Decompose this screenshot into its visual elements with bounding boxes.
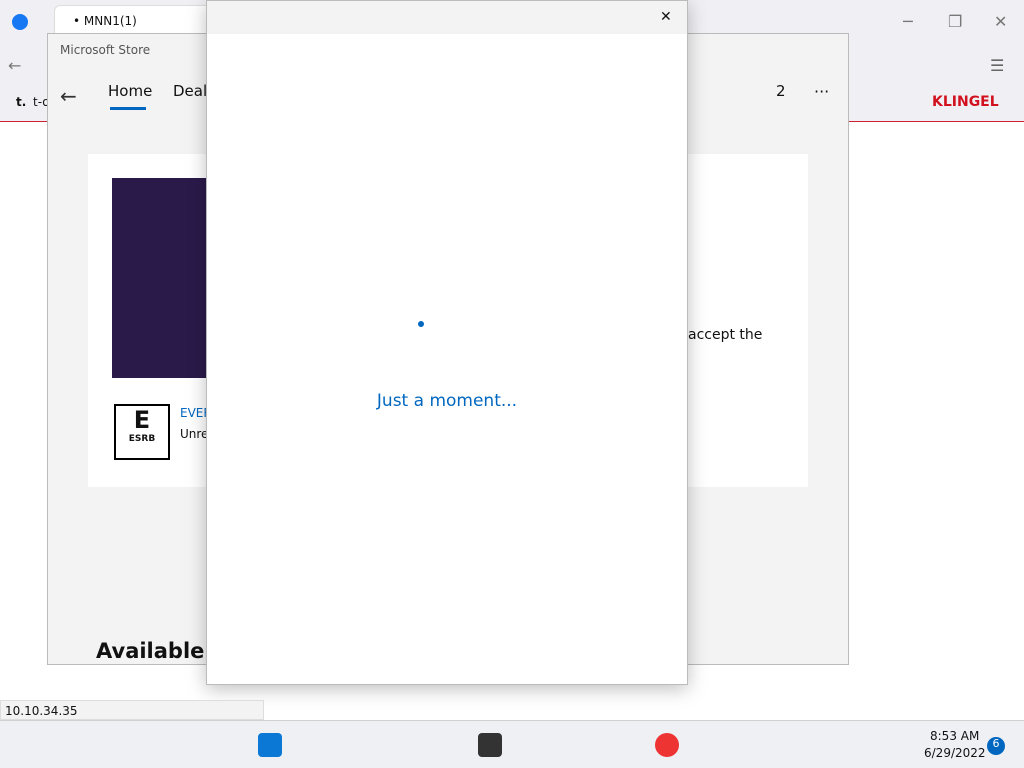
bookmark-t[interactable]: t. xyxy=(16,95,26,109)
store-back-icon[interactable]: ← xyxy=(60,84,77,108)
spinner-icon xyxy=(418,321,424,327)
chrome-icon[interactable] xyxy=(655,733,679,757)
dialog-titlebar xyxy=(207,1,687,34)
esrb-letter: E xyxy=(133,406,151,434)
tab-title: MNN1(1) xyxy=(83,14,137,28)
window-minimize-icon[interactable]: ─ xyxy=(903,12,913,31)
notification-badge[interactable]: 6 xyxy=(987,737,1005,755)
taskbar: 8:53 AM 6/29/2022 6 xyxy=(0,720,1024,768)
nav-home[interactable]: Home xyxy=(108,82,152,100)
loading-text: Just a moment... xyxy=(376,391,518,411)
downloads-count[interactable]: 2 xyxy=(776,82,786,100)
browser-tab[interactable]: • MNN1(1) xyxy=(54,5,214,35)
loading-dialog: ✕ Just a moment... xyxy=(206,0,688,685)
clock-time[interactable]: 8:53 AM xyxy=(930,729,979,743)
start-icon[interactable] xyxy=(258,733,282,757)
rating-detail: Unre xyxy=(180,427,209,441)
menu-icon[interactable]: ☰ xyxy=(990,56,1004,75)
esrb-label: ESRB xyxy=(128,434,156,444)
esrb-badge: E ESRB xyxy=(114,404,170,460)
store-title: Microsoft Store xyxy=(60,43,151,57)
firefox-icon xyxy=(112,178,208,378)
window-restore-icon[interactable]: ❐ xyxy=(948,12,962,31)
clock-date[interactable]: 6/29/2022 xyxy=(924,746,986,760)
facebook-icon[interactable] xyxy=(12,14,28,30)
nav-underline xyxy=(110,107,146,110)
more-button[interactable]: ··· xyxy=(814,82,829,101)
dialog-close-icon[interactable]: ✕ xyxy=(660,9,672,25)
klingel-logo[interactable]: KLINGEL xyxy=(932,94,999,110)
window-close-icon[interactable]: ✕ xyxy=(994,12,1007,31)
license-text: accept the xyxy=(688,327,763,343)
store-icon[interactable] xyxy=(478,733,502,757)
status-bar: 10.10.34.35 xyxy=(0,700,264,720)
back-icon[interactable]: ← xyxy=(8,56,21,75)
